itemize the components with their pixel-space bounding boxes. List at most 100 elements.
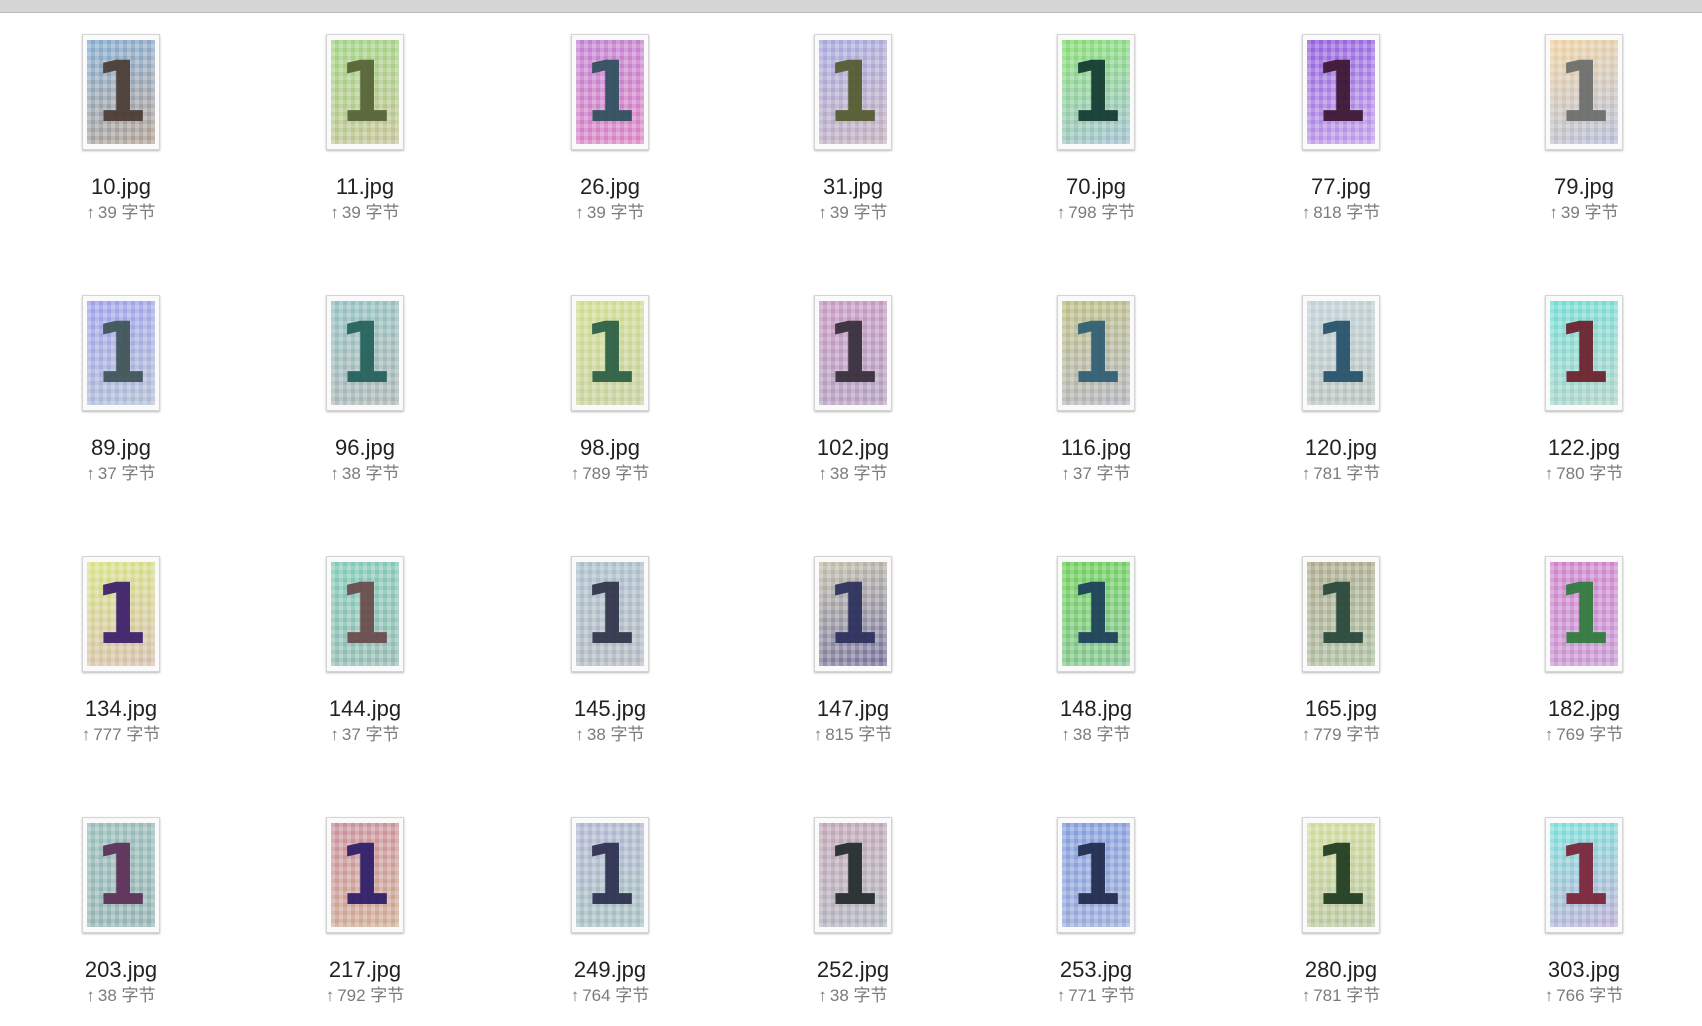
- image-thumbnail[interactable]: 1: [1545, 556, 1623, 672]
- file-item[interactable]: 1 116.jpg ↑ 37 字节: [991, 274, 1201, 494]
- file-size: ↑ 789 字节: [571, 464, 650, 484]
- file-name[interactable]: 79.jpg: [1554, 174, 1614, 200]
- file-item[interactable]: 1 148.jpg ↑ 38 字节: [991, 535, 1201, 755]
- file-item[interactable]: 1 120.jpg ↑ 781 字节: [1236, 274, 1446, 494]
- image-thumbnail[interactable]: 1: [1545, 817, 1623, 933]
- image-thumbnail[interactable]: 1: [1302, 295, 1380, 411]
- file-item[interactable]: 1 102.jpg ↑ 38 字节: [748, 274, 958, 494]
- image-thumbnail[interactable]: 1: [571, 556, 649, 672]
- file-name[interactable]: 134.jpg: [85, 696, 157, 722]
- file-item[interactable]: 1 89.jpg ↑ 37 字节: [16, 274, 226, 494]
- image-thumbnail[interactable]: 1: [1057, 34, 1135, 150]
- file-item[interactable]: 1 147.jpg ↑ 815 字节: [748, 535, 958, 755]
- image-thumbnail[interactable]: 1: [326, 295, 404, 411]
- image-thumbnail[interactable]: 1: [326, 34, 404, 150]
- file-item[interactable]: 1 280.jpg ↑ 781 字节: [1236, 796, 1446, 1016]
- file-item[interactable]: 1 145.jpg ↑ 38 字节: [505, 535, 715, 755]
- file-name[interactable]: 144.jpg: [329, 696, 401, 722]
- image-thumbnail[interactable]: 1: [1545, 34, 1623, 150]
- digit-glyph: 1: [1557, 43, 1611, 141]
- file-name[interactable]: 11.jpg: [336, 174, 394, 200]
- file-size-value: 781 字节: [1313, 464, 1381, 483]
- file-item[interactable]: 1 303.jpg ↑ 766 字节: [1479, 796, 1689, 1016]
- image-thumbnail[interactable]: 1: [571, 817, 649, 933]
- image-thumbnail[interactable]: 1: [571, 34, 649, 150]
- file-item[interactable]: 1 252.jpg ↑ 38 字节: [748, 796, 958, 1016]
- file-item[interactable]: 1 77.jpg ↑ 818 字节: [1236, 13, 1446, 233]
- file-item[interactable]: 1 96.jpg ↑ 38 字节: [260, 274, 470, 494]
- file-item[interactable]: 1 253.jpg ↑ 771 字节: [991, 796, 1201, 1016]
- file-item[interactable]: 1 134.jpg ↑ 777 字节: [16, 535, 226, 755]
- image-thumbnail[interactable]: 1: [1057, 817, 1135, 933]
- image-thumbnail[interactable]: 1: [82, 295, 160, 411]
- file-item[interactable]: 1 11.jpg ↑ 39 字节: [260, 13, 470, 233]
- file-item[interactable]: 1 79.jpg ↑ 39 字节: [1479, 13, 1689, 233]
- file-name[interactable]: 252.jpg: [817, 957, 889, 983]
- upload-arrow-icon: ↑: [1056, 986, 1066, 1005]
- image-thumbnail[interactable]: 1: [1302, 817, 1380, 933]
- file-name[interactable]: 96.jpg: [335, 435, 395, 461]
- file-name[interactable]: 89.jpg: [91, 435, 151, 461]
- file-name[interactable]: 165.jpg: [1305, 696, 1377, 722]
- file-name[interactable]: 10.jpg: [91, 174, 151, 200]
- file-name[interactable]: 26.jpg: [580, 174, 640, 200]
- file-name[interactable]: 98.jpg: [580, 435, 640, 461]
- image-thumbnail[interactable]: 1: [1302, 34, 1380, 150]
- file-name[interactable]: 280.jpg: [1305, 957, 1377, 983]
- image-thumbnail[interactable]: 1: [571, 295, 649, 411]
- image-thumbnail[interactable]: 1: [814, 817, 892, 933]
- file-item[interactable]: 1 10.jpg ↑ 39 字节: [16, 13, 226, 233]
- image-thumbnail[interactable]: 1: [82, 34, 160, 150]
- upload-arrow-icon: ↑: [1056, 203, 1066, 222]
- file-item[interactable]: 1 122.jpg ↑ 780 字节: [1479, 274, 1689, 494]
- file-item[interactable]: 1 98.jpg ↑ 789 字节: [505, 274, 715, 494]
- image-thumbnail[interactable]: 1: [326, 817, 404, 933]
- image-thumbnail[interactable]: 1: [814, 295, 892, 411]
- image-thumbnail[interactable]: 1: [1545, 295, 1623, 411]
- thumbnail-image: 1: [87, 562, 155, 666]
- file-name[interactable]: 120.jpg: [1305, 435, 1377, 461]
- file-name[interactable]: 303.jpg: [1548, 957, 1620, 983]
- file-size-value: 771 字节: [1068, 986, 1136, 1005]
- file-name[interactable]: 31.jpg: [823, 174, 883, 200]
- file-item[interactable]: 1 203.jpg ↑ 38 字节: [16, 796, 226, 1016]
- thumbnail-image: 1: [331, 562, 399, 666]
- file-item[interactable]: 1 217.jpg ↑ 792 字节: [260, 796, 470, 1016]
- image-thumbnail[interactable]: 1: [814, 34, 892, 150]
- file-name[interactable]: 70.jpg: [1066, 174, 1126, 200]
- file-name[interactable]: 102.jpg: [817, 435, 889, 461]
- file-item[interactable]: 1 165.jpg ↑ 779 字节: [1236, 535, 1446, 755]
- image-thumbnail[interactable]: 1: [1057, 295, 1135, 411]
- file-name[interactable]: 253.jpg: [1060, 957, 1132, 983]
- upload-arrow-icon: ↑: [1061, 725, 1070, 744]
- file-size-value: 38 字节: [829, 464, 888, 483]
- file-size: ↑ 766 字节: [1545, 986, 1624, 1006]
- file-name[interactable]: 203.jpg: [85, 957, 157, 983]
- image-thumbnail[interactable]: 1: [82, 817, 160, 933]
- file-size: ↑ 798 字节: [1057, 203, 1136, 223]
- file-name[interactable]: 145.jpg: [574, 696, 646, 722]
- file-item[interactable]: 1 249.jpg ↑ 764 字节: [505, 796, 715, 1016]
- image-thumbnail[interactable]: 1: [814, 556, 892, 672]
- image-thumbnail[interactable]: 1: [1302, 556, 1380, 672]
- image-thumbnail[interactable]: 1: [326, 556, 404, 672]
- file-name[interactable]: 249.jpg: [574, 957, 646, 983]
- file-name[interactable]: 217.jpg: [329, 957, 401, 983]
- image-thumbnail[interactable]: 1: [82, 556, 160, 672]
- file-name[interactable]: 147.jpg: [817, 696, 889, 722]
- file-item[interactable]: 1 26.jpg ↑ 39 字节: [505, 13, 715, 233]
- file-item[interactable]: 1 70.jpg ↑ 798 字节: [991, 13, 1201, 233]
- thumbnail-image: 1: [87, 301, 155, 405]
- file-name[interactable]: 122.jpg: [1548, 435, 1620, 461]
- file-item[interactable]: 1 31.jpg ↑ 39 字节: [748, 13, 958, 233]
- file-name[interactable]: 77.jpg: [1311, 174, 1371, 200]
- file-item[interactable]: 1 144.jpg ↑ 37 字节: [260, 535, 470, 755]
- file-name[interactable]: 116.jpg: [1061, 435, 1132, 461]
- image-thumbnail[interactable]: 1: [1057, 556, 1135, 672]
- thumbnail-image: 1: [1062, 40, 1130, 144]
- file-name[interactable]: 182.jpg: [1548, 696, 1620, 722]
- thumbnail-image: 1: [576, 562, 644, 666]
- file-size: ↑ 39 字节: [575, 203, 644, 223]
- file-name[interactable]: 148.jpg: [1060, 696, 1132, 722]
- file-item[interactable]: 1 182.jpg ↑ 769 字节: [1479, 535, 1689, 755]
